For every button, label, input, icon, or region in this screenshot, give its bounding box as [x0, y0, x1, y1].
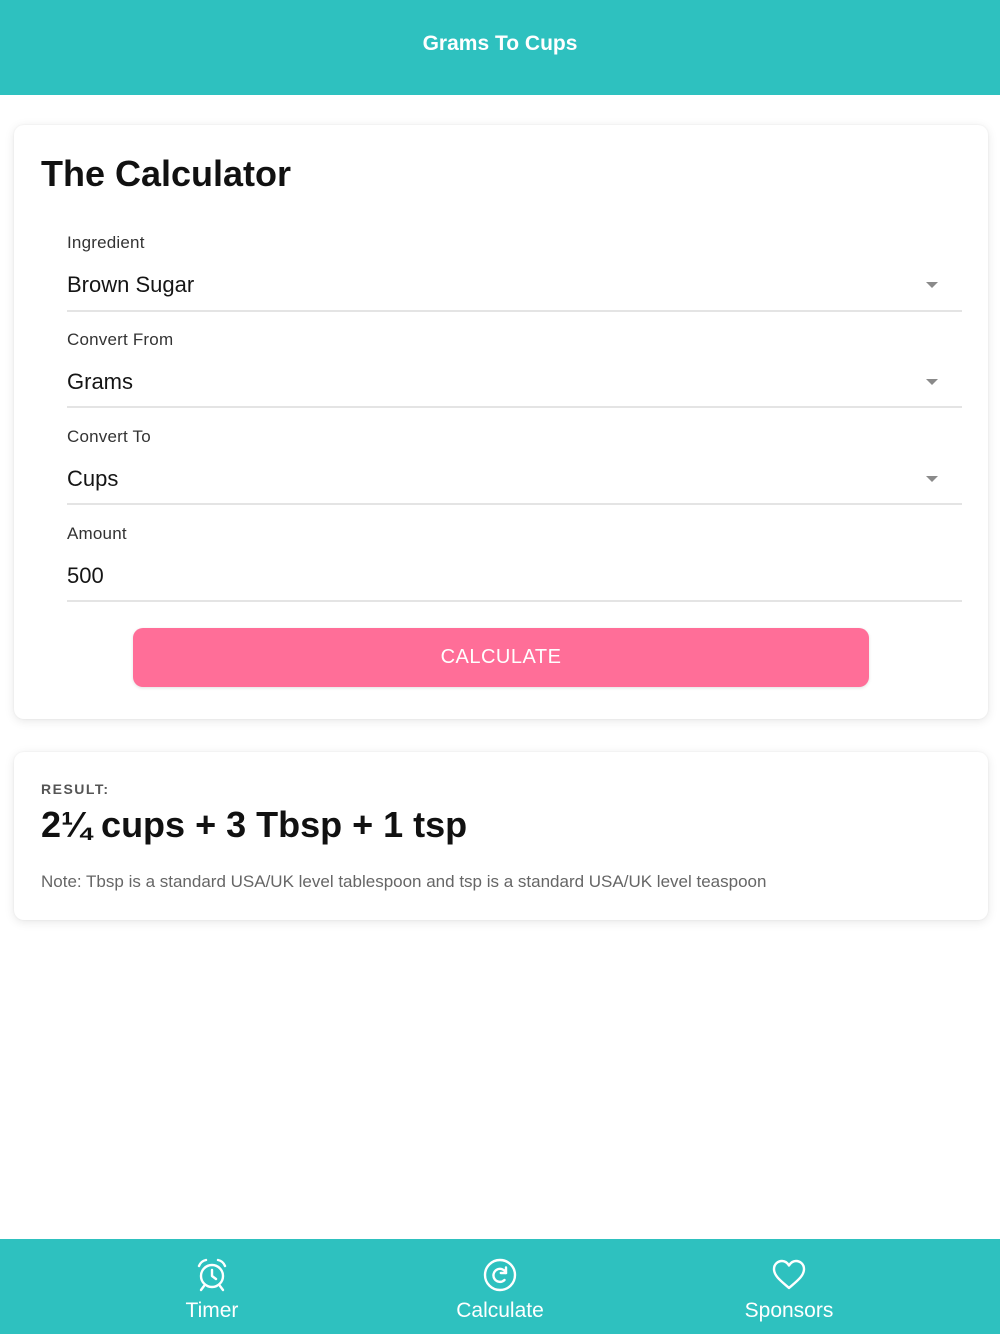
ingredient-select[interactable]: Ingredient Brown Sugar	[67, 233, 962, 312]
result-value: 2¼ cups + 3 Tbsp + 1 tsp	[41, 804, 468, 845]
tab-sponsors[interactable]: Sponsors	[689, 1239, 889, 1334]
amount-value[interactable]: 500	[67, 563, 104, 589]
dropdown-arrow-icon[interactable]	[926, 476, 938, 482]
bottom-tab-bar: Timer Calculate Sponsors	[0, 1239, 1000, 1334]
app-root: Grams To Cups The Calculator Ingredient …	[0, 0, 1000, 1334]
convert-to-label: Convert To	[67, 427, 151, 446]
tab-calculate[interactable]: Calculate	[400, 1239, 600, 1334]
ingredient-value: Brown Sugar	[67, 272, 195, 297]
convert-from-label: Convert From	[67, 330, 174, 349]
dropdown-arrow-icon[interactable]	[926, 282, 938, 288]
result-label: RESULT:	[41, 781, 110, 797]
tab-timer[interactable]: Timer	[112, 1239, 312, 1334]
convert-from-select[interactable]: Convert From Grams	[67, 330, 962, 408]
convert-to-value: Cups	[67, 466, 119, 491]
app-title: Grams To Cups	[422, 31, 578, 55]
refresh-circle-icon	[483, 1258, 517, 1292]
app-bar: Grams To Cups	[0, 0, 1000, 95]
ingredient-label: Ingredient	[67, 233, 145, 252]
result-card: RESULT: 2¼ cups + 3 Tbsp + 1 tsp Note: T…	[14, 752, 988, 920]
tab-calculate-label: Calculate	[456, 1299, 544, 1322]
amount-label: Amount	[67, 524, 127, 543]
tab-timer-label: Timer	[185, 1299, 239, 1322]
calculator-card: The Calculator Ingredient Brown Sugar Co…	[14, 125, 988, 719]
dropdown-arrow-icon[interactable]	[926, 379, 938, 385]
amount-input[interactable]: Amount 500	[67, 524, 962, 602]
calculate-button[interactable]: CALCULATE	[133, 628, 869, 687]
alarm-clock-icon	[197, 1258, 227, 1292]
convert-to-select[interactable]: Convert To Cups	[67, 427, 962, 505]
convert-from-value: Grams	[67, 369, 133, 394]
result-note: Note: Tbsp is a standard USA/UK level ta…	[41, 872, 767, 891]
tab-sponsors-label: Sponsors	[744, 1299, 834, 1322]
calculator-title: The Calculator	[41, 153, 292, 194]
heart-icon	[772, 1259, 806, 1290]
